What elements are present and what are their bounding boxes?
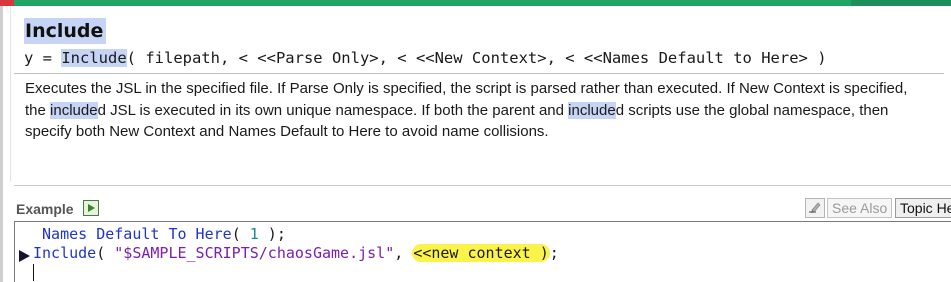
topic-help-button[interactable]: Topic He xyxy=(895,198,951,218)
syntax-arguments: ( filepath, < <<Parse Only>, < <<New Con… xyxy=(126,49,827,67)
code-punctuation: , xyxy=(394,244,413,262)
code-punctuation: ); xyxy=(258,225,286,243)
code-keyword: Include xyxy=(33,244,97,262)
highlighted-message: <<new context ) xyxy=(412,244,550,262)
description-line-2: the included JSL is executed in its own … xyxy=(25,100,945,122)
left-frame-border xyxy=(0,6,3,282)
code-keyword: Names Default To Here xyxy=(42,225,232,243)
help-description: Executes the JSL in the specified file. … xyxy=(25,78,945,143)
current-line-arrow-icon xyxy=(19,250,30,262)
search-match: include xyxy=(50,101,98,119)
description-line-3: specify both New Context and Names Defau… xyxy=(25,123,549,140)
section-divider xyxy=(14,185,951,186)
description-line-1: Executes the JSL in the specified file. … xyxy=(25,80,908,97)
syntax-line: y = Include( filepath, < <<Parse Only>, … xyxy=(24,47,827,69)
code-line: Names Default To Here( 1 ); xyxy=(33,224,286,245)
help-title: Include xyxy=(24,18,107,44)
code-string: "$SAMPLE_SCRIPTS/chaosGame.jsl" xyxy=(114,244,395,262)
code-number: 1 xyxy=(249,225,259,243)
description-text: the xyxy=(25,101,51,119)
window-top-bar xyxy=(0,0,951,6)
description-text: d scripts use the global namespace, then xyxy=(615,101,889,119)
left-frame-inner-border xyxy=(10,6,11,182)
text-cursor xyxy=(33,264,34,281)
code-line: Include( "$SAMPLE_SCRIPTS/chaosGame.jsl"… xyxy=(33,243,559,264)
window-tab-accent xyxy=(851,0,951,6)
code-editor[interactable]: Names Default To Here( 1 ); Include( "$S… xyxy=(14,221,951,282)
see-also-button[interactable]: See Also xyxy=(827,198,893,218)
description-text: d JSL is executed in its own unique name… xyxy=(97,101,569,119)
example-label: Example xyxy=(16,201,74,217)
code-punctuation: ; xyxy=(549,244,559,262)
edit-pencil-icon[interactable] xyxy=(805,198,825,218)
syntax-function-name: Include xyxy=(61,49,127,67)
run-script-icon[interactable] xyxy=(83,200,99,216)
code-punctuation: ( xyxy=(231,225,250,243)
header-divider xyxy=(14,73,944,74)
code-punctuation: ( xyxy=(96,244,115,262)
syntax-prefix: y = xyxy=(24,49,62,67)
search-match: include xyxy=(568,101,616,119)
